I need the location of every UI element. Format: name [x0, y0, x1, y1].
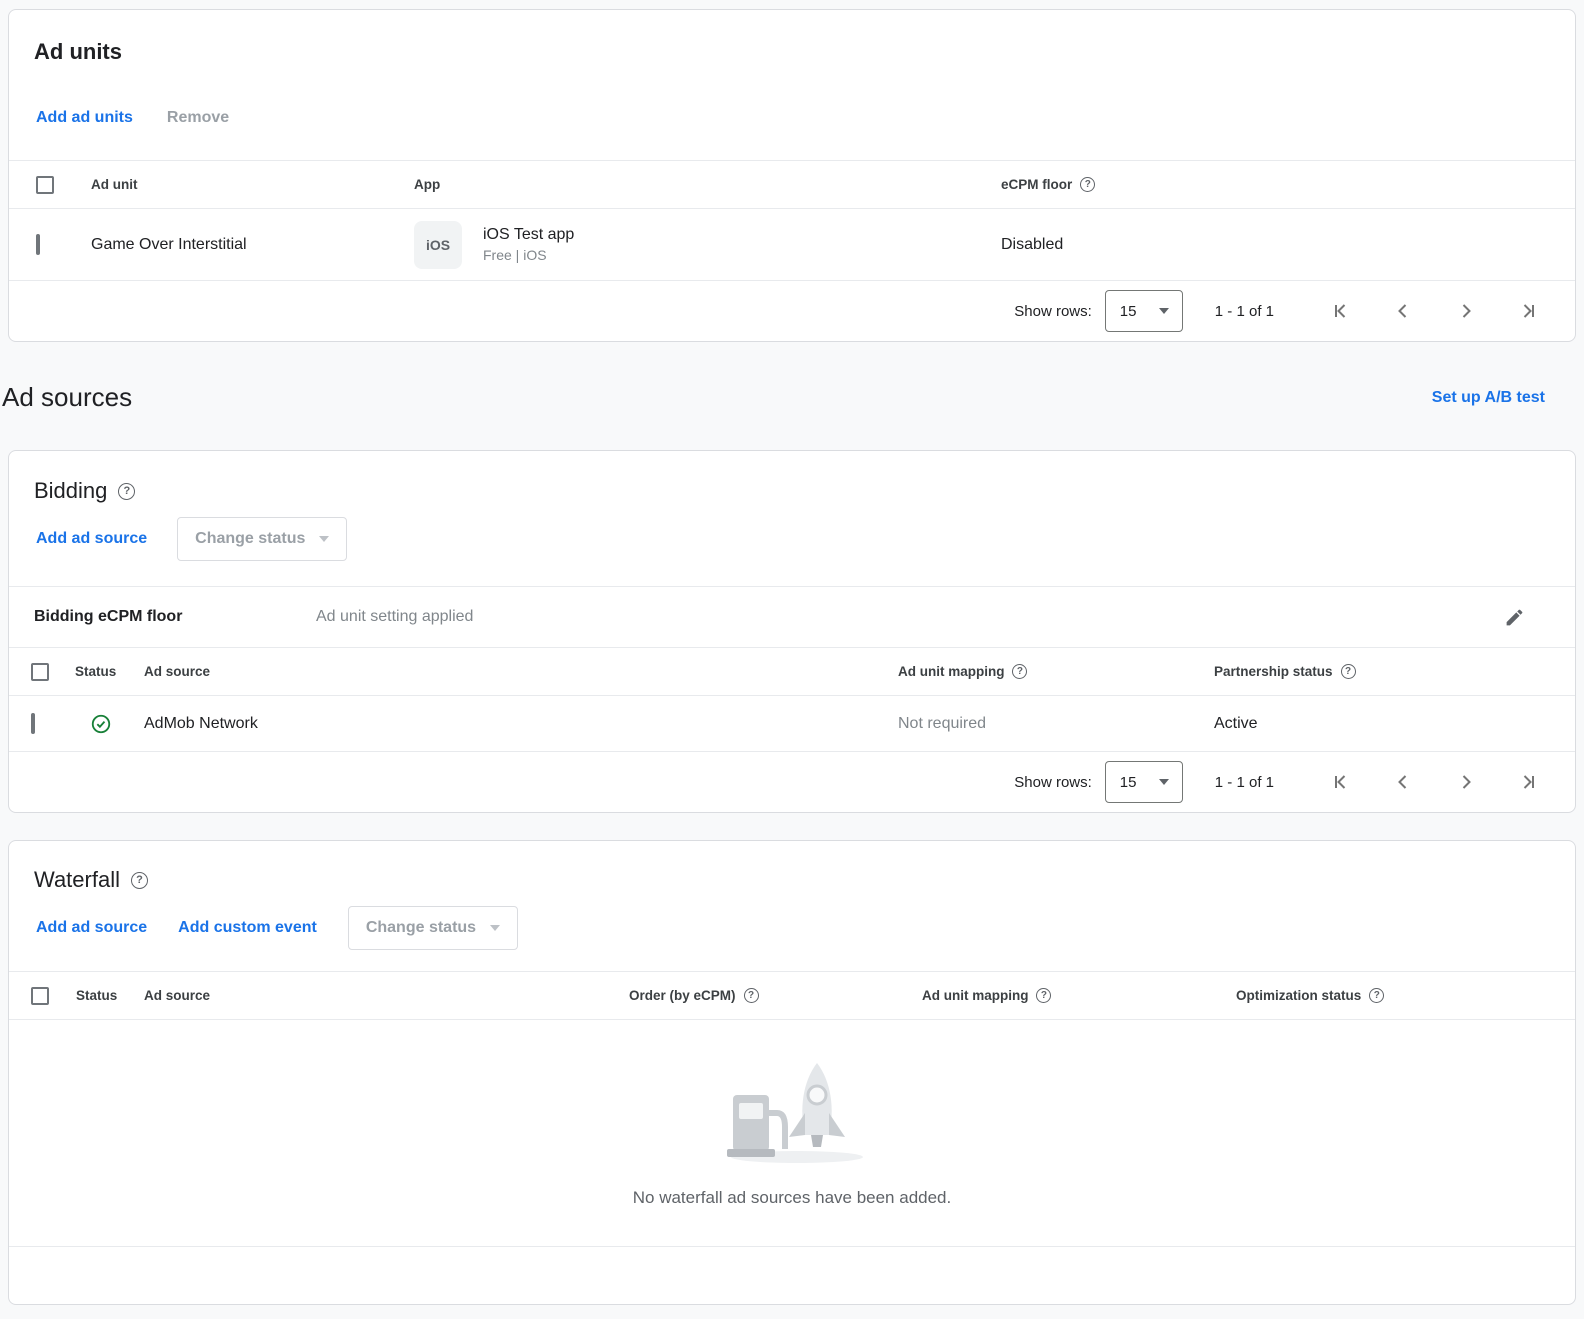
bidding-pagination: Show rows: 15 1 - 1 of 1 [9, 752, 1575, 812]
set-up-ab-test-link[interactable]: Set up A/B test [1432, 389, 1545, 407]
column-partnership-status: Partnership status [1214, 664, 1333, 679]
partnership-status-value: Active [1214, 715, 1575, 733]
change-status-label: Change status [366, 919, 476, 937]
bidding-actions: Add ad source Change status [9, 504, 1575, 586]
ad-unit-name: Game Over Interstitial [91, 236, 414, 254]
prev-page-button[interactable] [1391, 770, 1415, 794]
help-icon[interactable]: ? [744, 988, 759, 1003]
active-status-icon [90, 713, 144, 735]
ad-unit-row[interactable]: Game Over Interstitial iOS iOS Test app … [9, 209, 1575, 281]
page-range: 1 - 1 of 1 [1215, 774, 1274, 791]
column-optimization-status: Optimization status [1236, 988, 1361, 1003]
chevron-down-icon [490, 925, 500, 931]
change-status-button[interactable]: Change status [348, 906, 518, 950]
ad-units-card: Ad units Add ad units Remove Ad unit App… [8, 9, 1576, 342]
rows-per-page-value: 15 [1120, 303, 1137, 320]
rows-per-page-value: 15 [1120, 774, 1137, 791]
bidding-row[interactable]: AdMob Network Not required Active [9, 696, 1575, 752]
column-ecpm-floor: eCPM floor [1001, 177, 1072, 192]
ios-app-icon: iOS [414, 221, 462, 269]
show-rows-label: Show rows: [1014, 303, 1092, 320]
help-icon[interactable]: ? [131, 872, 148, 889]
ad-sources-section-header: Ad sources Set up A/B test [2, 382, 1545, 413]
column-ad-source: Ad source [144, 988, 629, 1003]
waterfall-actions: Add ad source Add custom event Change st… [9, 893, 1575, 950]
page-range: 1 - 1 of 1 [1215, 303, 1274, 320]
ad-sources-title: Ad sources [2, 382, 132, 413]
bidding-ecpm-floor-label: Bidding eCPM floor [34, 608, 316, 626]
last-page-button[interactable] [1517, 770, 1541, 794]
waterfall-footer [9, 1246, 1575, 1304]
ecpm-floor-value: Disabled [1001, 236, 1575, 254]
add-ad-units-button[interactable]: Add ad units [36, 108, 133, 128]
help-icon[interactable]: ? [1012, 664, 1027, 679]
ad-units-pagination: Show rows: 15 1 - 1 of 1 [9, 281, 1575, 341]
bidding-card: Bidding ? Add ad source Change status Bi… [8, 450, 1576, 813]
column-ad-unit-mapping: Ad unit mapping [922, 988, 1028, 1003]
ad-unit-mapping-value: Not required [898, 715, 1214, 733]
add-custom-event-button[interactable]: Add custom event [178, 919, 317, 937]
bidding-table-header: Status Ad source Ad unit mapping ? Partn… [9, 647, 1575, 696]
pencil-icon [1504, 607, 1525, 628]
show-rows-label: Show rows: [1014, 774, 1092, 791]
help-icon[interactable]: ? [1080, 177, 1095, 192]
select-all-checkbox[interactable] [31, 987, 49, 1005]
row-checkbox[interactable] [31, 713, 35, 734]
help-icon[interactable]: ? [118, 483, 135, 500]
empty-state-illustration [717, 1051, 867, 1166]
empty-state-message: No waterfall ad sources have been added. [633, 1188, 951, 1208]
waterfall-empty-state: No waterfall ad sources have been added. [9, 1020, 1575, 1208]
column-status: Status [76, 988, 144, 1003]
first-page-button[interactable] [1328, 299, 1352, 323]
select-all-checkbox[interactable] [31, 663, 49, 681]
first-page-button[interactable] [1328, 770, 1352, 794]
column-ad-unit-mapping: Ad unit mapping [898, 664, 1004, 679]
edit-button[interactable] [1504, 607, 1525, 628]
column-order: Order (by eCPM) [629, 988, 736, 1003]
prev-page-button[interactable] [1391, 299, 1415, 323]
row-checkbox[interactable] [36, 234, 40, 255]
next-page-button[interactable] [1454, 299, 1478, 323]
rows-per-page-dropdown[interactable]: 15 [1105, 761, 1183, 803]
waterfall-card: Waterfall ? Add ad source Add custom eve… [8, 840, 1576, 1305]
ad-units-table-header: Ad unit App eCPM floor ? [9, 160, 1575, 209]
bidding-title: Bidding [34, 478, 107, 504]
bidding-ecpm-floor-row: Bidding eCPM floor Ad unit setting appli… [9, 586, 1575, 647]
chevron-down-icon [1159, 779, 1169, 785]
chevron-down-icon [319, 536, 329, 542]
column-ad-source: Ad source [144, 664, 898, 679]
column-ad-unit: Ad unit [91, 177, 414, 192]
ad-source-name: AdMob Network [144, 715, 898, 733]
remove-button[interactable]: Remove [167, 108, 229, 128]
change-status-button[interactable]: Change status [177, 517, 347, 561]
app-meta: Free | iOS [483, 247, 574, 263]
waterfall-table-header: Status Ad source Order (by eCPM) ? Ad un… [9, 971, 1575, 1020]
ad-units-title: Ad units [9, 10, 1575, 65]
change-status-label: Change status [195, 530, 305, 548]
help-icon[interactable]: ? [1341, 664, 1356, 679]
column-status: Status [75, 664, 144, 679]
next-page-button[interactable] [1454, 770, 1478, 794]
column-app: App [414, 177, 1001, 192]
waterfall-title: Waterfall [34, 867, 120, 893]
bidding-ecpm-floor-value: Ad unit setting applied [316, 608, 473, 626]
chevron-down-icon [1159, 308, 1169, 314]
last-page-button[interactable] [1517, 299, 1541, 323]
help-icon[interactable]: ? [1369, 988, 1384, 1003]
select-all-checkbox[interactable] [36, 176, 54, 194]
help-icon[interactable]: ? [1036, 988, 1051, 1003]
add-ad-source-button[interactable]: Add ad source [36, 919, 147, 937]
rows-per-page-dropdown[interactable]: 15 [1105, 290, 1183, 332]
ad-units-actions: Add ad units Remove [9, 65, 1575, 160]
app-name: iOS Test app [483, 226, 574, 244]
add-ad-source-button[interactable]: Add ad source [36, 530, 147, 548]
